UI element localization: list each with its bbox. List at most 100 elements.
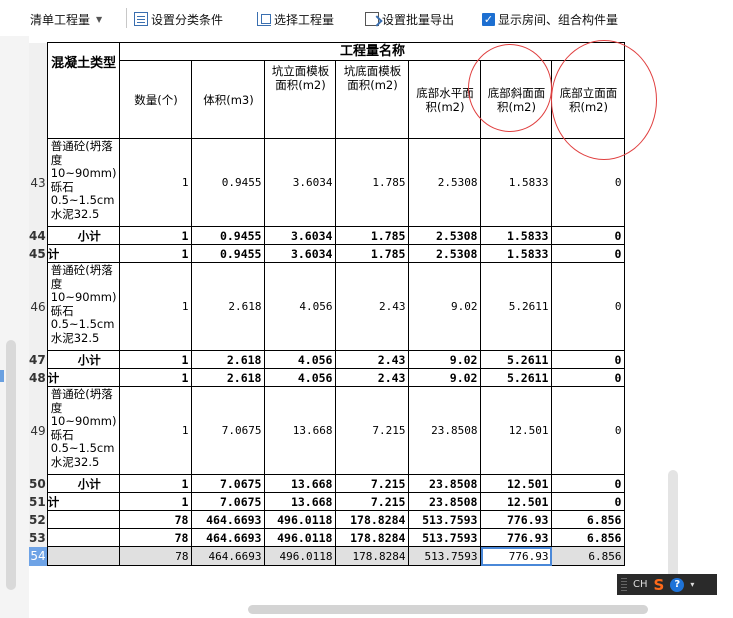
row-number[interactable]: 46 [29, 262, 48, 351]
quantity-cell[interactable]: 1 [119, 138, 193, 227]
quantity-cell[interactable]: 1.5833 [480, 226, 553, 245]
quantity-cell[interactable]: 23.8508 [408, 474, 482, 493]
quantity-cell[interactable]: 13.668 [264, 474, 337, 493]
quantity-cell[interactable]: 2.43 [335, 262, 410, 351]
table-row[interactable]: 43 普通砼(坍落度10~90mm) 砾石0.5~1.5cm 水泥32.5 1 0.9… [29, 138, 626, 227]
quantity-cell[interactable]: 2.43 [335, 350, 410, 369]
row-number[interactable]: 50 [29, 474, 48, 493]
row-number[interactable]: 53 [29, 528, 48, 547]
quantity-cell[interactable]: 776.93 [480, 528, 553, 547]
quantity-cell[interactable]: 12.501 [480, 474, 553, 493]
quantity-cell[interactable]: 3.6034 [264, 138, 337, 227]
quantity-cell[interactable]: 7.0675 [191, 492, 266, 511]
quantity-cell[interactable]: 1.785 [335, 226, 410, 245]
horizontal-scrollbar[interactable] [248, 605, 648, 614]
quantity-cell[interactable]: 23.8508 [408, 386, 482, 475]
quantity-cell[interactable]: 7.215 [335, 386, 410, 475]
table-row[interactable]: 53 78 464.6693 496.0118 178.8284 513.7593 776.… [29, 528, 626, 547]
left-scrollbar[interactable] [6, 340, 16, 590]
select-quantity-button[interactable]: 选择工程量 [257, 9, 334, 29]
quantity-cell[interactable]: 1 [119, 350, 193, 369]
quantity-cell[interactable]: 0 [551, 138, 626, 227]
quantity-cell[interactable]: 12.501 [480, 386, 553, 475]
quantity-cell[interactable]: 1.785 [335, 244, 410, 263]
row-number[interactable]: 47 [29, 350, 48, 369]
quantity-cell[interactable]: 0.9455 [191, 226, 266, 245]
quantity-cell[interactable]: 2.43 [335, 368, 410, 387]
row-number[interactable]: 45 [29, 244, 48, 263]
quantity-cell[interactable]: 178.8284 [335, 546, 410, 566]
quantity-cell[interactable]: 6.856 [551, 546, 626, 566]
quantity-cell[interactable]: 1 [119, 474, 193, 493]
row-number[interactable]: 44 [29, 226, 48, 245]
quantity-cell[interactable]: 2.618 [191, 368, 266, 387]
quantity-cell[interactable]: 513.7593 [408, 546, 482, 566]
quantity-cell[interactable]: 2.5308 [408, 226, 482, 245]
quantity-cell[interactable]: 4.056 [264, 350, 337, 369]
quantity-cell[interactable]: 2.5308 [408, 138, 482, 227]
chevron-down-icon[interactable]: ▾ [690, 580, 694, 589]
quantity-cell[interactable]: 464.6693 [191, 528, 266, 547]
table-row[interactable]: 54 78 464.6693 496.0118 178.8284 513.7593 776.… [29, 546, 626, 566]
quantity-cell[interactable]: 1 [119, 226, 193, 245]
help-icon[interactable]: ? [670, 577, 685, 592]
table-row[interactable]: 49 普通砼(坍落度10~90mm) 砾石0.5~1.5cm 水泥32.5 1 7.0… [29, 386, 626, 475]
table-row[interactable]: 48 计 1 2.618 4.056 2.43 9.02 5.2611 0 [29, 368, 626, 387]
set-filter-button[interactable]: 设置分类条件 [134, 9, 223, 29]
quantity-cell[interactable]: 178.8284 [335, 510, 410, 529]
ime-language[interactable]: CH [633, 579, 648, 590]
concrete-type-cell[interactable]: 小计 [46, 226, 121, 245]
quantity-cell[interactable]: 4.056 [264, 368, 337, 387]
row-number[interactable]: 48 [29, 368, 48, 387]
quantity-cell[interactable]: 5.2611 [480, 368, 553, 387]
concrete-type-cell[interactable]: 计 [46, 492, 121, 511]
quantity-cell[interactable]: 13.668 [264, 492, 337, 511]
table-row[interactable]: 47 小计 1 2.618 4.056 2.43 9.02 5.2611 0 [29, 350, 626, 369]
quantity-cell[interactable]: 0 [551, 244, 626, 263]
quantity-cell[interactable]: 513.7593 [408, 528, 482, 547]
quantity-cell[interactable]: 0 [551, 386, 626, 475]
quantity-cell[interactable]: 0 [551, 262, 626, 351]
quantity-cell[interactable]: 178.8284 [335, 528, 410, 547]
quantity-cell[interactable]: 513.7593 [408, 510, 482, 529]
quantity-cell[interactable]: 13.668 [264, 386, 337, 475]
quantity-cell[interactable]: 0.9455 [191, 138, 266, 227]
concrete-type-cell[interactable]: 普通砼(坍落度10~90mm) 砾石0.5~1.5cm 水泥32.5 [46, 262, 121, 351]
quantity-cell[interactable]: 7.215 [335, 492, 410, 511]
quantity-cell[interactable]: 23.8508 [408, 492, 482, 511]
quantity-cell[interactable]: 776.93 [480, 546, 553, 566]
quantity-cell[interactable]: 1 [119, 492, 193, 511]
quantity-cell[interactable]: 1.5833 [480, 138, 553, 227]
batch-export-button[interactable]: 设置批量导出 [365, 9, 454, 29]
quantity-cell[interactable]: 0 [551, 492, 626, 511]
quantity-cell[interactable]: 3.6034 [264, 244, 337, 263]
quantity-cell[interactable]: 7.215 [335, 474, 410, 493]
table-row[interactable]: 45 计 1 0.9455 3.6034 1.785 2.5308 1.5833 0 [29, 244, 626, 263]
quantity-cell[interactable]: 1 [119, 244, 193, 263]
quantity-cell[interactable]: 464.6693 [191, 510, 266, 529]
vertical-scrollbar[interactable] [668, 470, 678, 578]
table-row[interactable]: 51 计 1 7.0675 13.668 7.215 23.8508 12.501 0 [29, 492, 626, 511]
quantity-cell[interactable]: 0 [551, 226, 626, 245]
quantity-type-combo[interactable]: 清单工程量 ▼ [30, 9, 102, 29]
quantity-cell[interactable]: 12.501 [480, 492, 553, 511]
grip-icon[interactable] [621, 578, 627, 591]
row-number[interactable]: 51 [29, 492, 48, 511]
concrete-type-cell[interactable]: 小计 [46, 474, 121, 493]
show-rooms-toggle[interactable]: ✓ 显示房间、组合构件量 [482, 9, 618, 29]
table-row[interactable]: 44 小计 1 0.9455 3.6034 1.785 2.5308 1.5833 0 [29, 226, 626, 245]
concrete-type-cell[interactable]: 小计 [46, 350, 121, 369]
row-number[interactable]: 43 [29, 138, 48, 227]
concrete-type-cell[interactable]: 计 [46, 368, 121, 387]
concrete-type-cell[interactable]: 计 [46, 244, 121, 263]
ime-toolbar[interactable]: CH S ? ▾ [617, 574, 717, 595]
quantity-cell[interactable]: 7.0675 [191, 474, 266, 493]
concrete-type-cell[interactable] [46, 510, 121, 529]
quantity-cell[interactable]: 6.856 [551, 510, 626, 529]
quantity-cell[interactable]: 78 [119, 510, 193, 529]
quantity-cell[interactable]: 6.856 [551, 528, 626, 547]
quantity-cell[interactable]: 0 [551, 350, 626, 369]
table-row[interactable]: 50 小计 1 7.0675 13.668 7.215 23.8508 12.501 0 [29, 474, 626, 493]
quantity-cell[interactable]: 9.02 [408, 368, 482, 387]
quantity-cell[interactable]: 7.0675 [191, 386, 266, 475]
